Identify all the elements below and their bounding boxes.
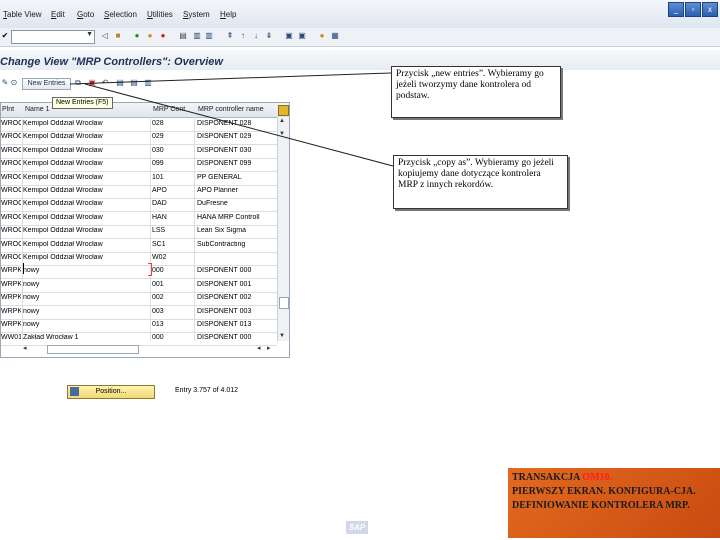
- connector-new-entries: [69, 72, 392, 85]
- transaction-info-box: TRANSAKCJA OM10. PIERWSZY EKRAN. KONFIGU…: [508, 468, 720, 538]
- sap-logo: SAP: [346, 521, 368, 534]
- callout-connectors: [69, 72, 394, 167]
- new-entries-tooltip: New Entries (F5): [52, 97, 113, 109]
- connector-copy-as: [84, 83, 394, 167]
- info-description: PIERWSZY EKRAN. KONFIGURA-CJA. DEFINIOWA…: [512, 486, 696, 511]
- callout-new-entries: Przycisk „new entries”. Wybieramy go jeż…: [391, 66, 561, 118]
- info-line1-prefix: TRANSAKCJA: [512, 472, 583, 483]
- callout-copy-as: Przycisk „copy as”. Wybieramy go jeżeli …: [393, 155, 568, 209]
- transaction-code: OM10.: [582, 472, 613, 483]
